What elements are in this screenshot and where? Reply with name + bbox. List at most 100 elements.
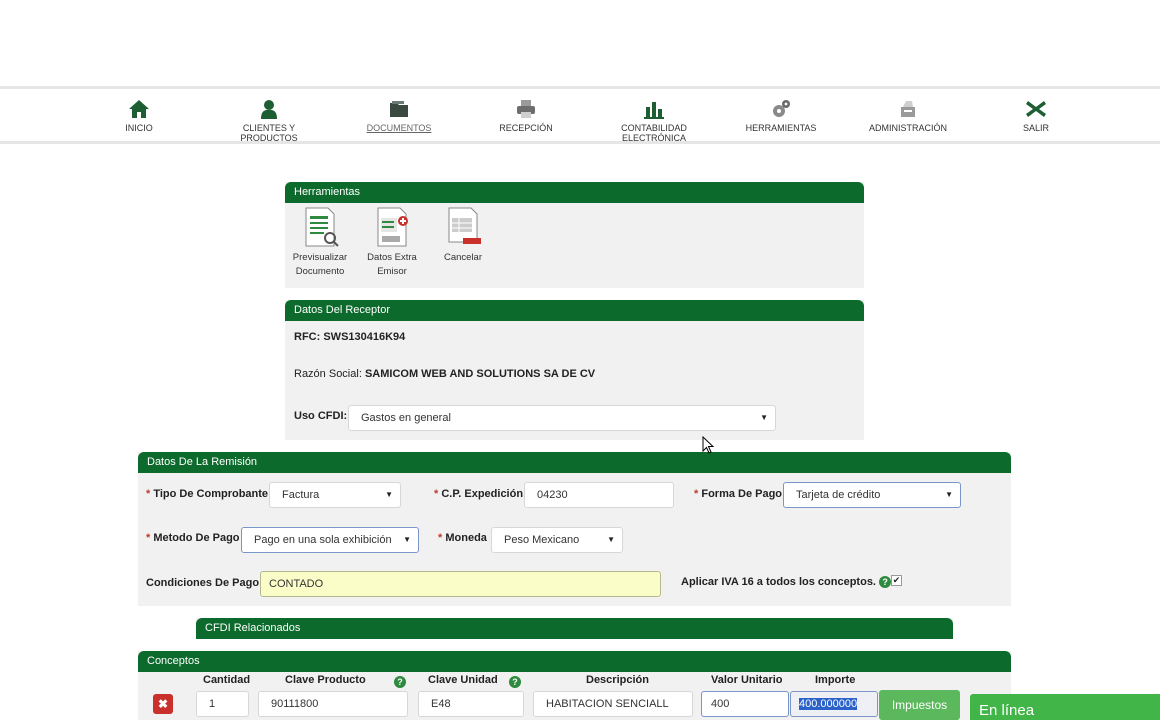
home-icon — [129, 100, 149, 118]
importe-input[interactable]: 400.000000 — [790, 691, 878, 717]
metodo-pago-label-wrap: * Metodo De Pago — [146, 532, 240, 544]
document-extra-icon — [377, 207, 408, 247]
document-preview-icon — [305, 207, 339, 247]
tool-datos-extra[interactable]: Datos Extra Emisor — [363, 206, 421, 279]
clave-unidad-value: E48 — [431, 698, 451, 710]
nav-label-clientes: CLIENTES Y PRODUCTOS — [240, 123, 298, 143]
descripcion-value: HABITACION SENCIALL — [546, 698, 669, 710]
nav-clientes-productos[interactable]: CLIENTES Y PRODUCTOS — [214, 99, 324, 143]
nav-label-contabilidad: CONTABILIDAD ELECTRÓNICA — [621, 123, 687, 143]
top-blank-header — [0, 0, 1160, 86]
moneda-value: Peso Mexicano — [504, 534, 580, 546]
delete-row-button[interactable]: ✖ — [153, 694, 173, 714]
header-cantidad: Cantidad — [203, 674, 251, 686]
header-clave-producto: Clave Producto — [285, 674, 366, 686]
nav-recepcion[interactable]: RECEPCIÓN — [498, 99, 554, 133]
mouse-cursor-icon — [702, 436, 714, 454]
valor-unitario-input[interactable]: 400 — [701, 691, 789, 717]
required-mark: * — [146, 488, 151, 500]
help-icon[interactable]: ? — [879, 576, 892, 588]
bar-chart-icon — [644, 102, 664, 119]
required-mark: * — [694, 488, 699, 500]
tool-previsualizar-line2: Documento — [295, 266, 345, 277]
gears-icon — [773, 100, 790, 117]
tipo-comprobante-label-wrap: * Tipo De Comprobante — [146, 488, 268, 500]
herramientas-title: Herramientas — [285, 182, 864, 203]
clave-producto-input[interactable]: 90111800 — [258, 691, 408, 717]
forma-pago-label-wrap: * Forma De Pago — [694, 488, 782, 500]
iva-checkbox[interactable]: ✔ — [891, 575, 902, 586]
nav-label-inicio: INICIO — [125, 123, 153, 133]
cp-expedicion-value: 04230 — [537, 489, 568, 501]
uso-cfdi-value: Gastos en general — [361, 412, 451, 424]
descripcion-input[interactable]: HABITACION SENCIALL — [533, 691, 693, 717]
tool-previsualizar[interactable]: Previsualizar Documento — [291, 206, 349, 279]
nav-contabilidad[interactable]: CONTABILIDAD ELECTRÓNICA — [592, 99, 716, 143]
condiciones-pago-value: CONTADO — [269, 578, 324, 590]
main-nav: INICIO CLIENTES Y PRODUCTOS DOCUMENTOS R… — [0, 86, 1160, 144]
tipo-comprobante-value: Factura — [282, 489, 320, 501]
help-icon[interactable]: ? — [509, 676, 521, 688]
remision-panel: Datos De La Remisión * Tipo De Comproban… — [138, 452, 1011, 606]
impuestos-button[interactable]: Impuestos — [879, 690, 960, 720]
tipo-comprobante-select[interactable]: Factura — [269, 482, 401, 508]
cfdi-relacionados-title: CFDI Relacionados — [196, 618, 953, 639]
metodo-pago-label: Metodo De Pago — [153, 532, 240, 544]
nav-label-administracion: ADMINISTRACIÓN — [868, 123, 947, 133]
moneda-select[interactable]: Peso Mexicano — [491, 527, 623, 553]
forma-pago-value: Tarjeta de crédito — [796, 489, 881, 501]
cantidad-input[interactable]: 1 — [196, 691, 249, 717]
tool-previsualizar-line1: Previsualizar — [292, 252, 348, 263]
cp-expedicion-input[interactable]: 04230 — [524, 482, 674, 508]
receptor-title: Datos Del Receptor — [285, 300, 864, 321]
cfdi-relacionados-panel[interactable]: CFDI Relacionados — [196, 618, 953, 639]
rfc-label: RFC: — [294, 331, 321, 343]
forma-pago-label: Forma De Pago — [701, 488, 783, 500]
admin-icon — [901, 101, 915, 117]
nav-inicio[interactable]: INICIO — [122, 99, 156, 133]
metodo-pago-select[interactable]: Pago en una sola exhibición — [241, 527, 419, 553]
close-x-icon — [1026, 101, 1046, 117]
tool-datos-extra-line2: Emisor — [377, 266, 407, 277]
clave-unidad-input[interactable]: E48 — [418, 691, 524, 717]
iva-label: Aplicar IVA 16 a todos los conceptos. — [681, 576, 876, 588]
valor-unitario-value: 400 — [711, 698, 730, 710]
header-importe: Importe — [815, 674, 856, 686]
nav-label-herramientas: HERRAMIENTAS — [745, 123, 817, 133]
remision-title: Datos De La Remisión — [138, 452, 1011, 473]
iva-row: Aplicar IVA 16 a todos los conceptos. ? — [681, 576, 892, 588]
cantidad-value: 1 — [209, 698, 216, 710]
razon-social-value: SAMICOM WEB AND SOLUTIONS SA DE CV — [364, 368, 596, 380]
help-icon[interactable]: ? — [394, 676, 406, 688]
nav-administracion[interactable]: ADMINISTRACIÓN — [868, 99, 948, 133]
tipo-comprobante-label: Tipo De Comprobante — [153, 488, 269, 500]
importe-value: 400.000000 — [799, 698, 858, 710]
rfc-value: SWS130416K94 — [323, 331, 406, 343]
rfc-row: RFC: SWS130416K94 — [294, 331, 405, 343]
tool-cancelar[interactable]: Cancelar — [435, 206, 491, 265]
nav-documentos[interactable]: DOCUMENTOS — [366, 99, 432, 133]
header-descripcion: Descripción — [586, 674, 649, 686]
required-mark: * — [438, 532, 443, 544]
header-valor-unitario: Valor Unitario — [711, 674, 783, 686]
herramientas-panel: Herramientas Previsualizar Documento Dat… — [285, 182, 864, 288]
printer-icon — [517, 100, 535, 118]
condiciones-pago-label: Condiciones De Pago — [146, 577, 260, 589]
conceptos-title: Conceptos — [138, 651, 1011, 672]
condiciones-pago-input[interactable]: CONTADO — [260, 571, 661, 597]
nav-salir[interactable]: SALIR — [1020, 99, 1052, 133]
cp-expedicion-label-wrap: * C.P. Expedición — [434, 488, 523, 500]
receptor-panel: Datos Del Receptor RFC: SWS130416K94 Raz… — [285, 300, 864, 440]
nav-herramientas[interactable]: HERRAMIENTAS — [744, 99, 818, 133]
uso-cfdi-select[interactable]: Gastos en general — [348, 405, 776, 431]
razon-social-row: Razón Social: SAMICOM WEB AND SOLUTIONS … — [294, 368, 595, 380]
tool-cancelar-line1: Cancelar — [443, 252, 483, 263]
uso-cfdi-label: Uso CFDI: — [294, 410, 348, 422]
chat-online-widget[interactable]: En línea — [970, 694, 1160, 720]
forma-pago-select[interactable]: Tarjeta de crédito — [783, 482, 961, 508]
metodo-pago-value: Pago en una sola exhibición — [254, 534, 392, 546]
required-mark: * — [146, 532, 151, 544]
moneda-label: Moneda — [445, 532, 487, 544]
header-clave-unidad: Clave Unidad — [428, 674, 498, 686]
user-icon — [261, 100, 277, 119]
